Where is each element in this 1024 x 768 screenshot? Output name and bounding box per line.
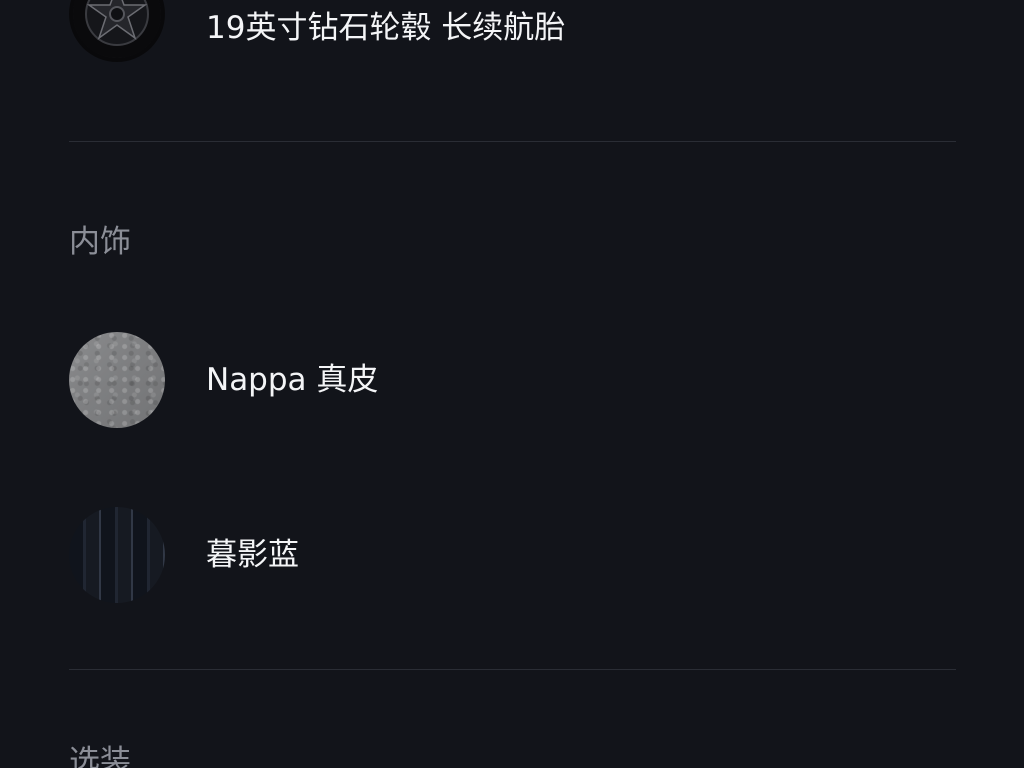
leather-swatch-icon [69,332,165,428]
interior-section-title: 内饰 [69,224,131,260]
wheel-option[interactable]: 19英寸钻石轮毂 长续航胎 [0,0,1024,110]
blue-option[interactable]: 暮影蓝 [0,502,1024,612]
section-divider [69,669,956,670]
leather-option-label: Nappa 真皮 [206,362,379,398]
fabric-swatch-icon [69,507,165,603]
blue-option-label: 暮影蓝 [206,537,299,573]
configuration-page: 19英寸钻石轮毂 长续航胎 内饰 Nappa 真皮 暮影蓝 选装 [0,0,1024,768]
leather-option[interactable]: Nappa 真皮 [0,327,1024,437]
wheel-icon-graphic [73,0,161,58]
options-section-title: 选装 [69,744,131,768]
wheel-icon [69,0,165,62]
section-divider [69,141,956,142]
wheel-option-label: 19英寸钻石轮毂 长续航胎 [206,10,566,46]
